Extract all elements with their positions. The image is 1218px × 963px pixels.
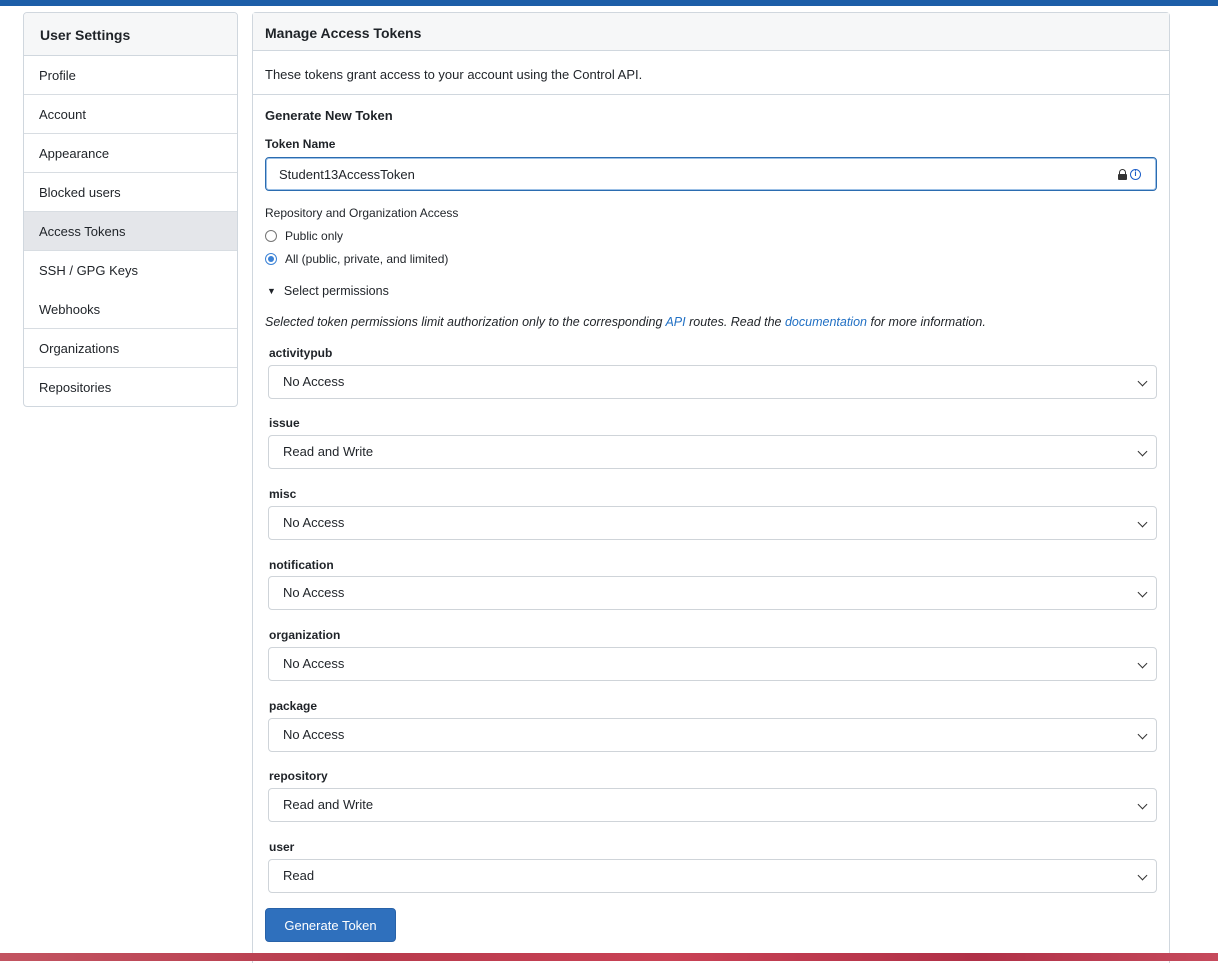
access-label: Repository and Organization Access bbox=[265, 206, 459, 220]
access-tokens-panel: Manage Access Tokens These tokens grant … bbox=[252, 12, 1170, 963]
permission-select-organization[interactable]: No Access bbox=[268, 647, 1157, 681]
chevron-down-icon bbox=[1137, 517, 1148, 528]
permission-select-issue[interactable]: Read and Write bbox=[268, 435, 1157, 469]
permissions-note: Selected token permissions limit authori… bbox=[265, 315, 986, 329]
permission-label-notification: notification bbox=[269, 558, 334, 572]
radio-public-only[interactable]: Public only bbox=[265, 229, 343, 243]
permission-label-user: user bbox=[269, 840, 295, 854]
sidebar-item-blocked-users[interactable]: Blocked users bbox=[24, 173, 237, 212]
sidebar-item-account[interactable]: Account bbox=[24, 95, 237, 134]
select-value: Read and Write bbox=[283, 444, 374, 459]
chevron-down-icon bbox=[1137, 658, 1148, 669]
sidebar-item-appearance[interactable]: Appearance bbox=[24, 134, 237, 173]
chevron-down-icon bbox=[1137, 799, 1148, 810]
token-name-label: Token Name bbox=[265, 137, 336, 151]
radio-circle[interactable] bbox=[265, 253, 277, 265]
permission-select-misc[interactable]: No Access bbox=[268, 506, 1157, 540]
chevron-down-icon bbox=[1137, 729, 1148, 740]
permission-label-repository: repository bbox=[269, 769, 328, 783]
select-value: No Access bbox=[283, 515, 345, 530]
password-manager-icons[interactable]: i bbox=[1117, 168, 1145, 181]
select-value: No Access bbox=[283, 585, 345, 600]
triangle-down-icon: ▼ bbox=[267, 286, 276, 296]
sidebar-title: User Settings bbox=[24, 13, 237, 56]
sidebar-item-ssh-gpg-keys[interactable]: SSH / GPG Keys bbox=[24, 251, 237, 290]
chevron-down-icon bbox=[1137, 376, 1148, 387]
sidebar-item-repositories[interactable]: Repositories bbox=[24, 368, 237, 406]
token-name-input[interactable] bbox=[265, 157, 1157, 191]
permission-select-activitypub[interactable]: No Access bbox=[268, 365, 1157, 399]
sidebar-item-profile[interactable]: Profile bbox=[24, 56, 237, 95]
permissions-note-text: Selected token permissions limit authori… bbox=[265, 315, 666, 329]
permission-label-organization: organization bbox=[269, 628, 341, 642]
sidebar-item-organizations[interactable]: Organizations bbox=[24, 329, 237, 368]
permissions-note-text: for more information. bbox=[867, 315, 986, 329]
generate-token-heading: Generate New Token bbox=[265, 108, 393, 123]
section-divider bbox=[253, 94, 1169, 95]
api-link[interactable]: API bbox=[665, 315, 685, 329]
generate-token-button[interactable]: Generate Token bbox=[265, 908, 396, 942]
chevron-down-icon bbox=[1137, 587, 1148, 598]
sidebar-item-webhooks[interactable]: Webhooks bbox=[24, 290, 237, 329]
permission-label-issue: issue bbox=[269, 416, 300, 430]
chevron-down-icon bbox=[1137, 446, 1148, 457]
select-value: Read and Write bbox=[283, 797, 374, 812]
permission-label-activitypub: activitypub bbox=[269, 346, 333, 360]
radio-label: All (public, private, and limited) bbox=[285, 252, 449, 266]
top-accent-bar bbox=[0, 0, 1218, 6]
chevron-down-icon bbox=[1137, 870, 1148, 881]
permissions-note-text: routes. Read the bbox=[685, 315, 785, 329]
permission-select-notification[interactable]: No Access bbox=[268, 576, 1157, 610]
sidebar-item-access-tokens[interactable]: Access Tokens bbox=[24, 212, 237, 251]
select-value: Read bbox=[283, 868, 315, 883]
documentation-link[interactable]: documentation bbox=[785, 315, 867, 329]
permission-select-user[interactable]: Read bbox=[268, 859, 1157, 893]
panel-title: Manage Access Tokens bbox=[253, 13, 1169, 51]
bottom-accent-bar bbox=[0, 953, 1218, 961]
permission-select-package[interactable]: No Access bbox=[268, 718, 1157, 752]
panel-description: These tokens grant access to your accoun… bbox=[265, 67, 643, 82]
select-value: No Access bbox=[283, 727, 345, 742]
select-value: No Access bbox=[283, 656, 345, 671]
select-value: No Access bbox=[283, 374, 345, 389]
radio-all-access[interactable]: All (public, private, and limited) bbox=[265, 252, 448, 266]
radio-label: Public only bbox=[285, 229, 344, 243]
radio-circle[interactable] bbox=[265, 230, 277, 242]
select-permissions-label: Select permissions bbox=[283, 284, 389, 298]
permission-label-package: package bbox=[269, 699, 318, 713]
permission-label-misc: misc bbox=[269, 487, 297, 501]
select-permissions-toggle[interactable]: ▼ Select permissions bbox=[267, 284, 389, 298]
permission-select-repository[interactable]: Read and Write bbox=[268, 788, 1157, 822]
password-manager-icon: i bbox=[1130, 169, 1141, 180]
lock-icon bbox=[1117, 169, 1128, 180]
settings-sidebar: User Settings Profile Account Appearance… bbox=[23, 12, 238, 407]
